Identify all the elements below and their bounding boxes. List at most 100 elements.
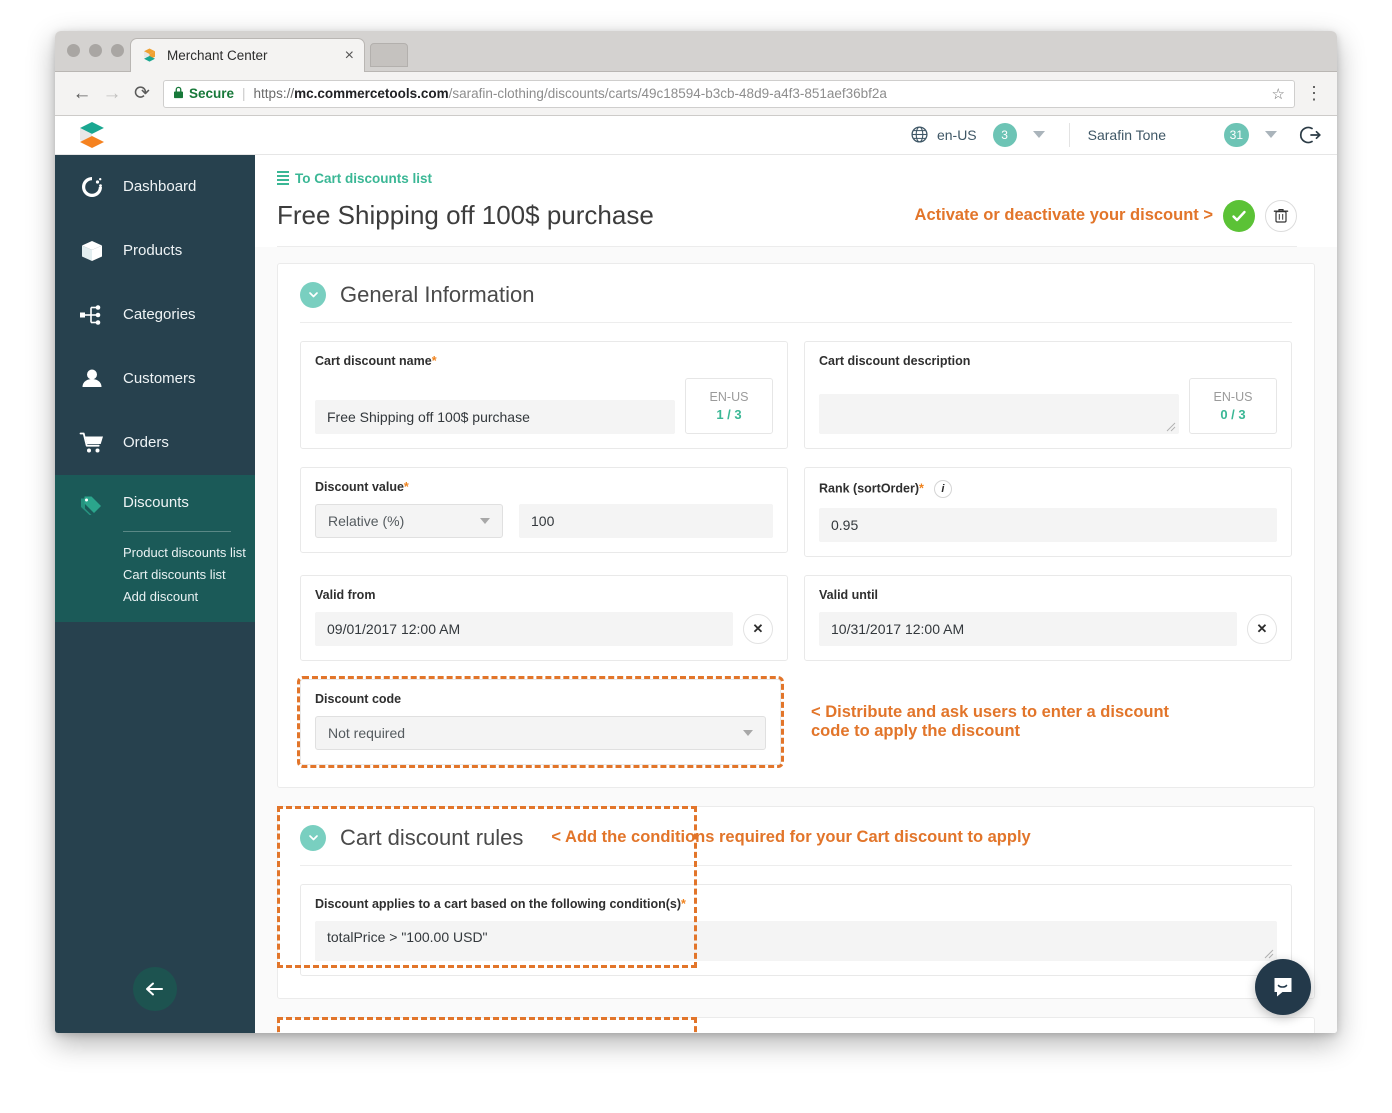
window-close-button[interactable]	[67, 44, 80, 57]
browser-tab[interactable]: Merchant Center ×	[130, 38, 365, 72]
activate-discount-button[interactable]	[1223, 199, 1255, 232]
sidebar-item-label: Discounts	[123, 494, 189, 512]
cart-discount-name-input[interactable]: Free Shipping off 100$ purchase	[315, 399, 675, 434]
tag-icon	[77, 488, 107, 518]
chevron-down-icon[interactable]	[480, 517, 490, 524]
box-icon	[77, 236, 107, 266]
logout-icon[interactable]	[1299, 124, 1321, 146]
rank-label: Rank (sortOrder)* i	[819, 479, 1277, 498]
clear-valid-until-icon[interactable]: ✕	[1247, 613, 1277, 644]
info-icon[interactable]: i	[933, 479, 952, 498]
required-asterisk: *	[919, 481, 924, 496]
commercetools-favicon	[141, 47, 158, 64]
cart-discount-description-locale[interactable]: EN-US 0 / 3	[1189, 377, 1277, 434]
cart-discount-rules-header[interactable]: Cart discount rules < Add the conditions…	[300, 824, 1292, 866]
discount-code-annotation-col: < Distribute and ask users to enter a di…	[797, 679, 1292, 765]
chevron-down-icon[interactable]	[1265, 131, 1277, 139]
breadcrumb[interactable]: To Cart discounts list	[277, 171, 1297, 186]
discount-value-field: Discount value* Relative (%) 100	[300, 466, 788, 553]
project-switcher[interactable]: Sarafin Tone 31	[1080, 122, 1291, 147]
cart-discount-description-textarea[interactable]	[819, 393, 1179, 434]
sidebar-item-discounts-row[interactable]: Discounts	[55, 475, 255, 531]
sidebar-item-dashboard[interactable]: Dashboard	[55, 155, 255, 219]
valid-from-input[interactable]: 09/01/2017 12:00 AM	[315, 611, 733, 646]
intercom-chat-launcher[interactable]	[1255, 959, 1311, 1015]
required-asterisk: *	[681, 896, 686, 911]
sidebar-navigation: Dashboard Products Categories Customers …	[55, 154, 255, 1033]
valid-until-field: Valid until 10/31/2017 12:00 AM ✕	[804, 574, 1292, 661]
app-header-right: en-US 3 Sarafin Tone 31	[903, 122, 1321, 147]
secure-label: Secure	[189, 86, 235, 101]
sidebar-subitem-add-discount[interactable]: Add discount	[123, 586, 255, 608]
discount-code-value: Not required	[328, 724, 406, 741]
valid-until-col: Valid until 10/31/2017 12:00 AM ✕	[804, 574, 1292, 661]
sidebar-subitem-product-discounts-list[interactable]: Product discounts list	[123, 542, 255, 564]
required-asterisk: *	[431, 353, 437, 368]
valid-from-row: 09/01/2017 12:00 AM ✕	[315, 611, 773, 646]
cart-discount-target-panel: Cart discount target < Select what part …	[277, 1016, 1315, 1033]
chevron-down-icon[interactable]	[300, 824, 326, 851]
sidebar-item-orders[interactable]: Orders	[55, 411, 255, 475]
locale-count: 1 / 3	[716, 406, 742, 422]
commercetools-logo[interactable]	[75, 118, 109, 152]
page-title: Free Shipping off 100$ purchase	[277, 200, 654, 231]
resize-grip-icon[interactable]	[1166, 422, 1176, 432]
resize-grip-icon[interactable]	[1264, 949, 1274, 959]
sidebar-item-label: Customers	[123, 370, 196, 388]
discount-code-label: Discount code	[315, 691, 402, 706]
chevron-down-icon[interactable]	[300, 281, 326, 308]
tab-close-icon[interactable]: ×	[337, 47, 354, 64]
general-information-row-2: Discount value* Relative (%) 100 Rank (s…	[300, 466, 1292, 557]
delete-discount-button[interactable]	[1265, 199, 1297, 232]
rank-input[interactable]: 0.95	[819, 507, 1277, 542]
discount-value-type-select[interactable]: Relative (%)	[315, 503, 503, 538]
valid-until-label: Valid until	[819, 587, 879, 602]
bookmark-star-icon[interactable]: ☆	[1264, 85, 1285, 103]
browser-menu-icon[interactable]: ⋮	[1303, 83, 1325, 104]
sidebar-subitem-cart-discounts-list[interactable]: Cart discounts list	[123, 564, 255, 586]
merchant-center-app: en-US 3 Sarafin Tone 31 Dashboard Produc…	[55, 116, 1337, 1033]
sidebar-item-products[interactable]: Products	[55, 219, 255, 283]
form-scroll-area[interactable]: General Information Cart discount name* …	[255, 247, 1337, 1033]
cart-discount-name-locale[interactable]: EN-US 1 / 3	[685, 377, 773, 434]
page-header: To Cart discounts list Free Shipping off…	[255, 154, 1337, 247]
discount-value-amount-input[interactable]: 100	[519, 503, 773, 538]
discount-condition-textarea[interactable]: totalPrice > "100.00 USD"	[315, 920, 1277, 961]
categories-tree-icon	[77, 300, 107, 330]
cart-discount-description-row: EN-US 0 / 3	[819, 377, 1277, 434]
chevron-down-icon[interactable]	[1032, 131, 1045, 139]
cart-discount-rules-title: Cart discount rules	[340, 824, 524, 850]
cart-discount-rules-annotation: < Add the conditions required for your C…	[551, 828, 1031, 847]
user-icon	[77, 364, 107, 394]
back-button[interactable]: ←	[67, 79, 97, 109]
sidebar-item-discounts[interactable]: Discounts Product discounts list Cart di…	[55, 474, 255, 622]
valid-until-input[interactable]: 10/31/2017 12:00 AM	[819, 611, 1237, 646]
sidebar-collapse-button[interactable]	[133, 967, 177, 1011]
browser-tab-title: Merchant Center	[167, 48, 268, 63]
sidebar-item-label: Products	[123, 242, 183, 260]
forward-button[interactable]: →	[97, 79, 127, 109]
reload-button[interactable]: ⟳	[127, 79, 157, 109]
general-information-left-col: Cart discount name* Free Shipping off 10…	[300, 340, 788, 449]
window-maximize-button[interactable]	[111, 44, 124, 57]
locale-switcher[interactable]: en-US 3	[903, 122, 1059, 147]
chevron-down-icon[interactable]	[743, 729, 753, 736]
cart-discount-description-label: Cart discount description	[819, 353, 971, 368]
clear-valid-from-icon[interactable]: ✕	[743, 613, 773, 644]
sidebar-item-categories[interactable]: Categories	[55, 283, 255, 347]
browser-toolbar: ← → ⟳ Secure | https:// mc.commercetools…	[55, 72, 1337, 116]
new-tab-button[interactable]	[370, 43, 408, 67]
main-content: To Cart discounts list Free Shipping off…	[255, 154, 1337, 1033]
sidebar-item-customers[interactable]: Customers	[55, 347, 255, 411]
address-bar[interactable]: Secure | https:// mc.commercetools.com /…	[163, 79, 1295, 108]
browser-window: Merchant Center × ← → ⟳ Secure | https:/…	[55, 31, 1337, 1033]
discount-code-annotation: < Distribute and ask users to enter a di…	[811, 702, 1170, 740]
locale-count: 0 / 3	[1220, 406, 1246, 422]
valid-from-field: Valid from 09/01/2017 12:00 AM ✕	[300, 574, 788, 661]
window-minimize-button[interactable]	[89, 44, 102, 57]
window-traffic-lights[interactable]	[67, 44, 124, 57]
discount-code-select[interactable]: Not required	[315, 715, 766, 750]
list-icon	[277, 171, 289, 186]
valid-from-label: Valid from	[315, 587, 376, 602]
general-information-header[interactable]: General Information	[300, 281, 1292, 323]
